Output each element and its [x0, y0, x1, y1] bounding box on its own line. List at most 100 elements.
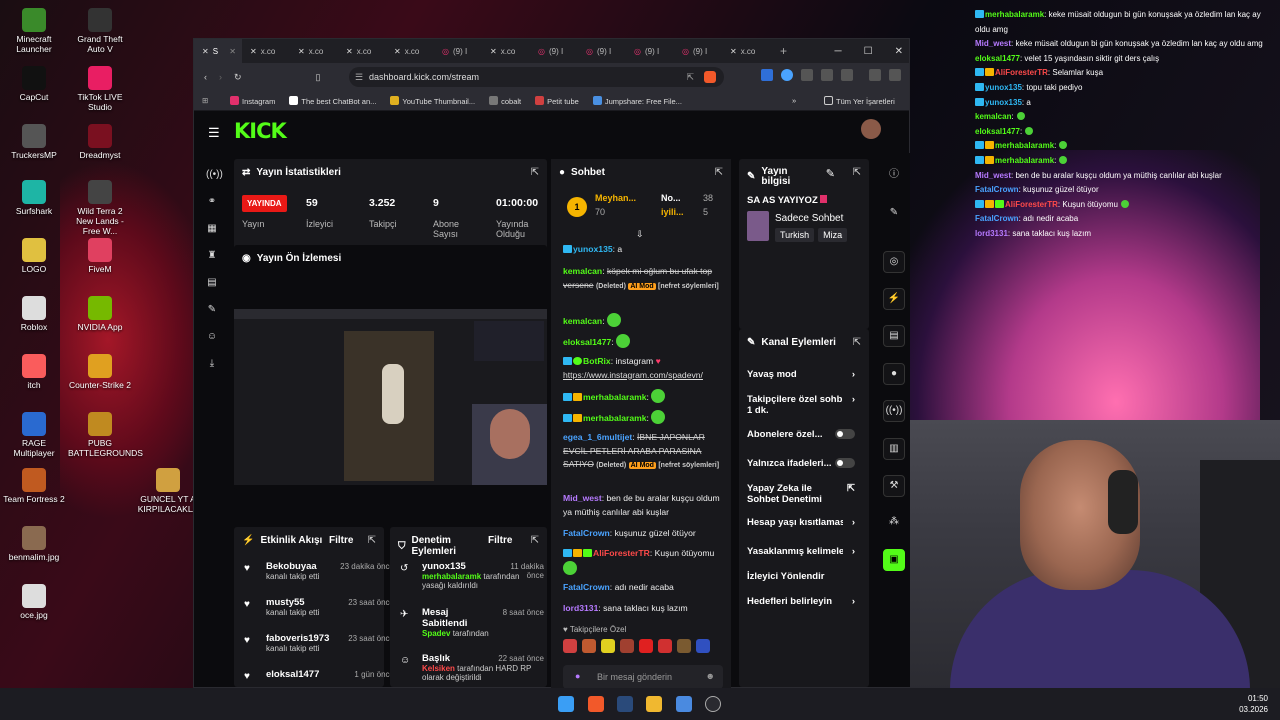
wrench-icon[interactable]: ✎: [206, 304, 218, 316]
emote-icon[interactable]: [582, 639, 596, 653]
chat-username[interactable]: BotRix: [583, 356, 611, 366]
site-settings-icon[interactable]: ☰: [355, 72, 363, 83]
browser-tab[interactable]: ✕ x.co: [482, 39, 530, 63]
browser-tab[interactable]: ✕ x.co: [290, 39, 338, 63]
activity-username[interactable]: musty55: [266, 597, 305, 608]
category-name[interactable]: Sadece Sohbet: [775, 213, 843, 224]
desktop-icon[interactable]: TruckersMP: [2, 124, 66, 160]
download-icon[interactable]: ⤓: [206, 358, 218, 370]
set-goals-row[interactable]: Hedefleri belirleyin ›: [747, 596, 855, 607]
bookmark-item[interactable]: YouTube Thumbnail...: [390, 95, 475, 106]
layout-icon[interactable]: ▤: [206, 277, 218, 289]
chat-input[interactable]: ● Bir mesaj gönderin ☻: [563, 665, 723, 689]
desktop-icon[interactable]: PUBG BATTLEGROUNDS: [68, 412, 143, 458]
wallet-icon[interactable]: [869, 69, 881, 81]
popout-icon[interactable]: ⇱: [853, 167, 861, 178]
browser-tab[interactable]: ◎ (9) I: [578, 39, 626, 63]
banned-words-row[interactable]: Yasaklanmış kelimele ›: [747, 546, 855, 557]
browser-tab[interactable]: ✕ S ✕: [194, 39, 242, 63]
desktop-icon[interactable]: oce.jpg: [2, 584, 66, 620]
trophy-icon[interactable]: ♜: [206, 250, 218, 262]
desktop-icon[interactable]: Counter-Strike 2: [68, 354, 132, 390]
bookmark-item[interactable]: cobalt: [489, 95, 521, 106]
layout-icon[interactable]: ▥: [883, 438, 905, 460]
desktop-icon[interactable]: Roblox: [2, 296, 66, 332]
chat-username[interactable]: kemalcan: [563, 316, 602, 326]
reload-icon[interactable]: ↻: [234, 72, 242, 83]
emote-icon[interactable]: [696, 639, 710, 653]
puzzle-icon[interactable]: [821, 69, 833, 81]
desktop-icon[interactable]: LOGO: [2, 238, 66, 274]
nodes-icon[interactable]: ⁂: [883, 512, 905, 534]
apps-icon[interactable]: ⊞: [202, 96, 208, 105]
menu-icon[interactable]: [889, 69, 901, 81]
browser-tab[interactable]: ✕ x.co: [722, 39, 770, 63]
file-explorer-icon[interactable]: [646, 696, 662, 712]
subs-only-toggle[interactable]: [835, 429, 855, 439]
clip-icon[interactable]: ◎: [883, 251, 905, 273]
browser-tab[interactable]: ◎ (9) I: [674, 39, 722, 63]
desktop-icon[interactable]: NVIDIA App: [68, 296, 132, 332]
moderator-name[interactable]: Kelsiken: [422, 664, 455, 673]
chat-username[interactable]: FatalCrown: [563, 582, 610, 592]
wrench-icon[interactable]: ⚒: [883, 475, 905, 497]
desktop-icon[interactable]: Team Fortress 2: [2, 468, 66, 504]
browser-tab[interactable]: ◎ (9) I: [530, 39, 578, 63]
all-bookmarks-button[interactable]: Tüm Yer İşaretleri: [824, 95, 895, 106]
browser-tab[interactable]: ✕ x.co: [386, 39, 434, 63]
broadcast-icon[interactable]: ((•)): [206, 169, 223, 181]
steam-icon[interactable]: [617, 696, 633, 712]
browser-tab[interactable]: ◎ (9) I: [626, 39, 674, 63]
category-thumbnail[interactable]: [747, 211, 769, 241]
extension-icon[interactable]: [781, 69, 793, 81]
popout-icon[interactable]: ⇱: [715, 167, 723, 178]
share-icon[interactable]: ⇱: [686, 72, 694, 83]
analytics-icon[interactable]: ▦: [206, 223, 218, 235]
extension-icon[interactable]: [761, 69, 773, 81]
popout-icon[interactable]: ⇱: [368, 535, 376, 546]
popout-icon[interactable]: ⇱: [531, 167, 539, 178]
filter-button[interactable]: Filtre: [329, 535, 353, 546]
chat-username[interactable]: merhabalaramk: [583, 413, 647, 423]
kick-logo[interactable]: KICK: [234, 119, 287, 143]
bookmark-item[interactable]: Instagram: [230, 95, 275, 106]
start-icon[interactable]: [558, 696, 574, 712]
app-icon[interactable]: ▣: [883, 549, 905, 571]
chat-username[interactable]: egea_1_6multijet: [563, 432, 632, 442]
maximize-icon[interactable]: ☐: [864, 46, 873, 57]
account-age-row[interactable]: Hesap yaşı kısıtlaması ›: [747, 517, 855, 528]
edit-icon[interactable]: ✎: [826, 167, 835, 180]
browser-tab[interactable]: ✕ x.co: [338, 39, 386, 63]
pin-icon[interactable]: ⇩: [636, 229, 644, 240]
chat-username[interactable]: merhabalaramk: [583, 392, 647, 402]
users-icon[interactable]: ☺: [206, 331, 218, 343]
desktop-icon[interactable]: Wild Terra 2 New Lands - Free W...: [68, 180, 132, 236]
desktop-icon[interactable]: itch: [2, 354, 66, 390]
chat-bubble-icon[interactable]: ●: [883, 363, 905, 385]
new-tab-button[interactable]: +: [780, 44, 787, 58]
ai-moderation-row[interactable]: Yapay Zeka ile Sohbet Denetimi ⇱: [747, 483, 855, 505]
slow-mode-row[interactable]: Yavaş mod ›: [747, 369, 855, 380]
desktop-icon[interactable]: GUNCEL YT A KIRPILACAKLA: [136, 468, 200, 514]
emotes-only-toggle[interactable]: [835, 458, 855, 468]
info-icon[interactable]: ⓘ: [883, 165, 905, 187]
emote-icon[interactable]: [563, 639, 577, 653]
chat-link[interactable]: https://www.instagram.com/spadevn/: [563, 370, 703, 380]
filter-button[interactable]: Filtre: [488, 535, 512, 546]
browser-tab[interactable]: ◎ (9) I: [434, 39, 482, 63]
moderator-name[interactable]: Spadev: [422, 629, 450, 638]
bookmark-item[interactable]: Jumpshare: Free File...: [592, 95, 682, 106]
chat-username[interactable]: FatalCrown: [563, 528, 610, 538]
desktop-icon[interactable]: benmalim.jpg: [2, 526, 66, 562]
redirect-viewers-row[interactable]: İzleyici Yönlendir: [747, 571, 855, 582]
close-icon[interactable]: ✕: [895, 46, 903, 57]
link-icon[interactable]: ⚭: [206, 196, 218, 208]
desktop-icon[interactable]: TikTok LIVE Studio: [68, 66, 132, 112]
broadcast-icon[interactable]: ((•)): [883, 400, 905, 422]
chat-username[interactable]: eloksal1477: [563, 337, 611, 347]
bookmark-icon[interactable]: ▯: [316, 72, 321, 83]
chat-username[interactable]: kemalcan: [563, 266, 602, 276]
desktop-icon[interactable]: Surfshark: [2, 180, 66, 216]
followers-only-row[interactable]: Takipçilere özel sohb 1 dk. ›: [747, 394, 855, 416]
avatar[interactable]: [861, 119, 881, 139]
